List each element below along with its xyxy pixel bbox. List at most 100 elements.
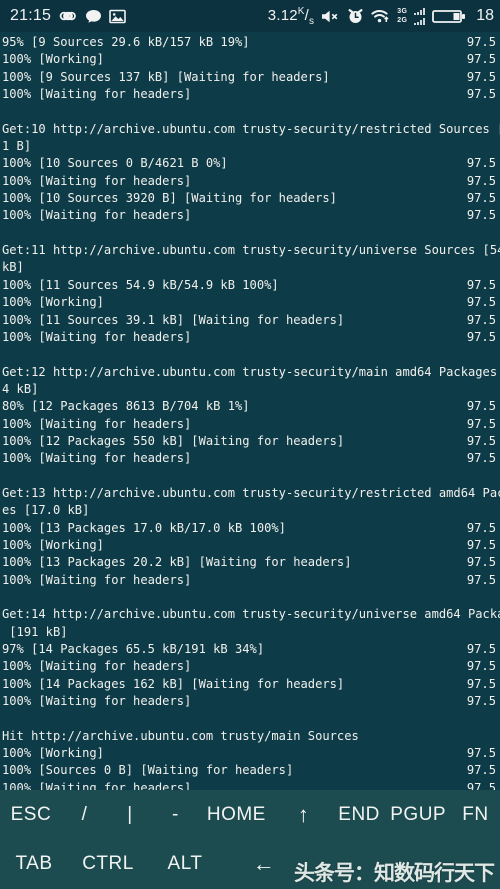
terminal-line-text: 100% [Waiting for headers] [2,572,192,587]
terminal-line-text: 100% [13 Packages 17.0 kB/17.0 kB 100%] [2,520,286,535]
status-bar-right: 3.12K/s 3G 2G 18 [268,6,494,27]
terminal-line-right-value: 97.5 [466,35,496,49]
key-pipe[interactable]: | [107,790,152,840]
terminal-line: 100% [13 Packages 20.2 kB] [Waiting for … [2,554,498,571]
network-speed-value: 3.12 [267,6,298,24]
terminal-line-text: 100% [11 Sources 39.1 kB] [Waiting for h… [2,312,345,327]
terminal-line: Get:13 http://archive.ubuntu.com trusty-… [2,485,500,502]
terminal-line-text: 100% [Working] [2,52,104,67]
keyboard-row-1: ESC / | - HOME ↑ END PGUP FN [0,790,500,840]
terminal-line-text: Hit http://archive.ubuntu.com trusty/mai… [2,728,359,743]
terminal-line: Hit http://archive.ubuntu.com trusty/mai… [2,728,498,745]
terminal-line-right-value: 97.5 [466,329,496,344]
terminal-line: [191 kB] [2,624,498,641]
phone-screen: 21:15 3.12K/s 3G 2G 18 95% [9 Sources 29… [0,0,500,889]
key-arrow-left[interactable]: ← [222,840,306,889]
terminal-line-right-value: 97.5 [466,520,496,535]
terminal-line-right-value: 97.5 [466,659,496,674]
mobile-data-icon: 3G 2G [397,7,407,25]
terminal-line: 100% [Waiting for headers] 97.5 [2,173,498,190]
network-speed-unit-den: s [309,15,315,27]
terminal-line-text: 100% [10 Sources 0 B/4621 B 0%] [2,156,228,171]
status-clock: 21:15 [10,7,52,24]
mobile-data-3g: 3G [397,8,408,15]
terminal-line: 100% [Working] 97.5 [2,294,498,311]
terminal-line: 100% [10 Sources 0 B/4621 B 0%] 97.5 [2,155,498,172]
key-esc[interactable]: ESC [0,790,62,840]
terminal-line-right-value: 97.5 [466,451,496,466]
terminal-line: 1 B] [2,138,498,155]
terminal-line-text: Get:14 http://archive.ubuntu.com trusty-… [2,607,500,622]
terminal-line: Get:12 http://archive.ubuntu.com trusty-… [2,364,498,381]
terminal-line-right-value: 97.5 [466,156,496,171]
terminal-line-text: 100% [Working] [2,746,104,761]
terminal-line-text: 100% [Sources 0 B] [Waiting for headers] [2,763,294,778]
terminal-line: es [17.0 kB] [2,502,498,519]
terminal-line-text: 4 kB] [2,381,39,396]
terminal-line-right-value: 97.5 [466,572,496,587]
key-ctrl[interactable]: CTRL [68,840,148,889]
terminal-line-text: Get:11 http://archive.ubuntu.com trusty-… [2,243,500,258]
terminal-line: 100% [13 Packages 17.0 kB/17.0 kB 100%] 9… [2,520,498,537]
terminal-line: 100% [10 Sources 3920 B] [Waiting for he… [2,190,498,207]
terminal-line: 100% [Waiting for headers] 97.5 [2,693,498,710]
terminal-line-right-value: 97.5 [466,763,496,778]
key-pgup[interactable]: PGUP [385,790,450,840]
terminal-line: 100% [9 Sources 137 kB] [Waiting for hea… [2,69,498,86]
terminal-line-right-value: 97.5 [466,416,496,431]
mute-icon [321,9,340,24]
terminal-line-right-value: 97.5 [466,295,496,310]
network-speed: 3.12K/s [267,5,315,27]
terminal-line-text: 100% [Working] [2,295,104,310]
terminal-line-text: Get:12 http://archive.ubuntu.com trusty-… [2,364,500,379]
status-bar: 21:15 3.12K/s 3G 2G 18 [0,0,500,32]
terminal-line-text: Get:10 http://archive.ubuntu.com trusty-… [2,121,500,136]
terminal-line: 4 kB] [2,381,498,398]
terminal-line-right-value: 97.5 [466,208,496,223]
terminal-line: 100% [Working] 97.5 [2,745,498,762]
key-arrow-up[interactable]: ↑ [275,790,333,840]
terminal-line: 100% [Waiting for headers] 97.5 [2,329,498,346]
key-minus[interactable]: - [153,790,198,840]
terminal-line-text: 100% [Waiting for headers] [2,780,192,790]
battery-level: 18 [476,7,494,24]
terminal-line: 95% [9 Sources 29.6 kB/157 kB 19%] 97.5 [2,34,498,51]
key-tab[interactable]: TAB [0,840,68,889]
key-fn[interactable]: FN [451,790,500,840]
terminal-line-text: Get:13 http://archive.ubuntu.com trusty-… [2,485,500,500]
terminal-line-right-value: 97.5 [466,694,496,709]
terminal-line-text: 100% [13 Packages 20.2 kB] [Waiting for … [2,555,352,570]
alarm-clock-icon [347,8,364,24]
terminal-line: 100% [Waiting for headers] 97.5 [2,86,498,103]
terminal-line: Get:11 http://archive.ubuntu.com trusty-… [2,242,500,259]
terminal-line-right-value: 97.5 [466,399,496,414]
key-slash[interactable]: / [62,790,107,840]
terminal-line-text: 100% [12 Packages 550 kB] [Waiting for h… [2,433,345,448]
terminal-line: 100% [Waiting for headers] 97.5 [2,780,498,790]
terminal-line-text: 100% [Waiting for headers] [2,694,192,709]
key-end[interactable]: END [333,790,386,840]
battery-icon [432,8,466,25]
terminal-line-text: 100% [Waiting for headers] [2,659,192,674]
terminal-line-text: [191 kB] [2,624,68,639]
terminal-line: 97% [14 Packages 65.5 kB/191 kB 34%] 97.5 [2,641,498,658]
terminal-line: 100% [Sources 0 B] [Waiting for headers]… [2,762,498,779]
terminal-line: kB] [2,259,498,276]
terminal-line-text: 100% [14 Packages 162 kB] [Waiting for h… [2,676,345,691]
terminal-line-text: 100% [9 Sources 137 kB] [Waiting for hea… [2,69,330,84]
terminal-line-right-value: 97.5 [466,312,496,327]
terminal-line: 100% [Waiting for headers] 97.5 [2,416,498,433]
infinity-icon [58,9,78,23]
network-speed-unit-num: K [297,5,305,17]
terminal-line: 100% [11 Sources 39.1 kB] [Waiting for h… [2,312,498,329]
terminal-line-right-value: 97.5 [466,642,496,657]
key-home[interactable]: HOME [198,790,274,840]
terminal-line-text: 100% [10 Sources 3920 B] [Waiting for he… [2,191,337,206]
terminal-output[interactable]: 95% [9 Sources 29.6 kB/157 kB 19%] 97.5 10… [0,32,500,790]
key-alt[interactable]: ALT [148,840,222,889]
terminal-line-right-value: 97.5 [466,555,496,570]
